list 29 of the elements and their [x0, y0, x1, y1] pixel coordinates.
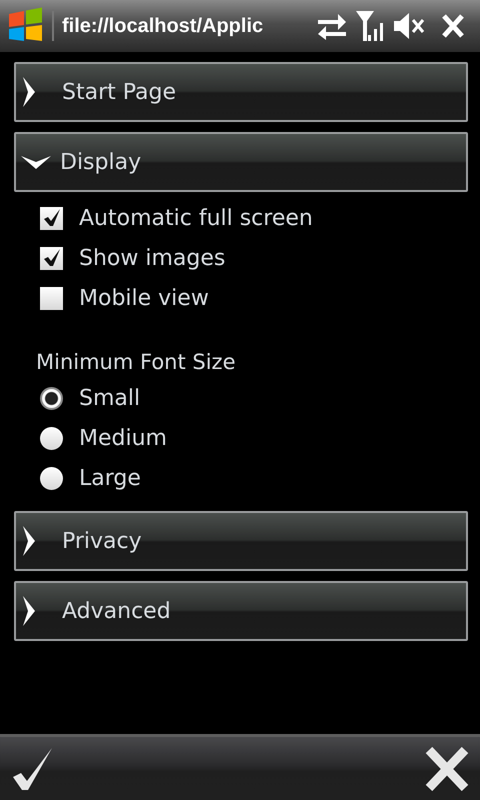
section-header[interactable]: Display: [14, 132, 468, 192]
checkbox[interactable]: [40, 286, 63, 310]
chevron-right-icon: [22, 76, 36, 108]
radio-button[interactable]: [40, 466, 63, 490]
section-header[interactable]: Privacy: [14, 511, 468, 571]
option-label: Automatic full screen: [79, 206, 313, 230]
option-label: Large: [79, 466, 141, 490]
section-header[interactable]: Advanced: [14, 581, 468, 641]
chevron-right-icon: [22, 525, 36, 557]
cancel-x-icon[interactable]: [424, 746, 470, 790]
ok-check-icon[interactable]: [12, 746, 54, 790]
option-label: Mobile view: [79, 286, 209, 310]
chevron-down-icon: [20, 154, 52, 170]
radio-button[interactable]: [40, 426, 63, 450]
muted-speaker-icon: [392, 12, 426, 40]
checkbox[interactable]: [40, 206, 63, 230]
section-header[interactable]: Start Page: [14, 62, 468, 122]
group-heading: Minimum Font Size: [36, 350, 236, 374]
chevron-right-icon: [22, 595, 36, 627]
signal-icon: [354, 9, 386, 43]
option-label: Small: [79, 386, 140, 410]
checkmark-icon: [42, 249, 60, 267]
radio-button[interactable]: [40, 386, 63, 410]
page-title: file://localhost/Applic: [52, 11, 264, 41]
checkbox[interactable]: [40, 246, 63, 270]
option-label: Medium: [79, 426, 167, 450]
option-label: Show images: [79, 246, 226, 270]
checkmark-icon: [42, 209, 60, 227]
data-arrows-icon: [316, 12, 348, 40]
